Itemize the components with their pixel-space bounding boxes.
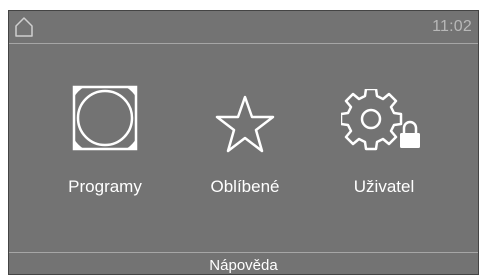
favorites-label: Oblíbené <box>210 177 280 196</box>
user-label: Uživatel <box>353 177 415 196</box>
star-icon <box>215 95 275 153</box>
home-icon[interactable] <box>14 16 34 38</box>
display-panel: 11:02 Programy Oblíbené Uživatel Nápověd… <box>8 10 479 275</box>
help-button[interactable]: Nápověda <box>9 256 478 276</box>
status-divider <box>9 43 478 44</box>
user-tile[interactable]: Uživatel <box>314 85 454 205</box>
gear-lock-icon <box>341 89 420 151</box>
favorites-tile[interactable]: Oblíbené <box>175 85 315 205</box>
drum-icon <box>72 85 138 151</box>
programs-label: Programy <box>68 177 142 196</box>
clock-time: 11:02 <box>432 18 472 35</box>
lock-icon <box>400 120 420 148</box>
status-bar: 11:02 <box>9 11 478 43</box>
programs-tile[interactable]: Programy <box>35 85 175 205</box>
footer-divider <box>9 252 478 253</box>
